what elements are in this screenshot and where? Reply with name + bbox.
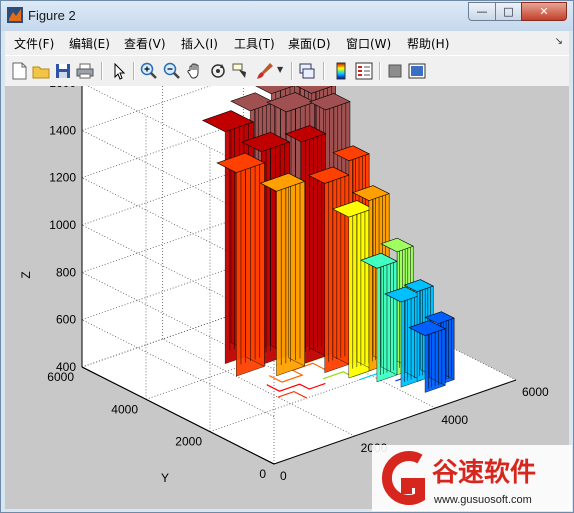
svg-text:谷速软件: 谷速软件 [432, 458, 536, 488]
zoom-in-icon[interactable] [139, 61, 159, 81]
x-tick-label: 0 [280, 469, 287, 483]
pan-hand-icon[interactable] [185, 61, 205, 81]
maximize-icon: □ [503, 5, 514, 18]
title-bar[interactable]: Figure 2 — □ ✕ [1, 1, 573, 31]
y-axis-label: Y [161, 471, 169, 485]
y-tick-label: 2000 [175, 435, 202, 449]
z-tick-label: 800 [56, 265, 76, 279]
menu-window[interactable]: 窗口(W) [346, 35, 391, 52]
brush-dropdown-icon[interactable]: ▼ [277, 65, 283, 74]
menu-bar: 文件(F) 编辑(E) 查看(V) 插入(I) 工具(T) 桌面(D) 窗口(W… [5, 31, 569, 55]
hide-plot-tools-icon[interactable] [385, 61, 405, 81]
close-icon: ✕ [539, 5, 549, 18]
site-logo: 谷速软件 www.gusuosoft.com [372, 445, 572, 511]
open-file-icon[interactable] [31, 61, 51, 81]
y-tick-label: 0 [259, 467, 266, 481]
z-tick-label: 1000 [49, 218, 76, 232]
print-icon[interactable] [75, 61, 95, 81]
menu-tools[interactable]: 工具(T) [234, 35, 275, 52]
z-tick-label: 1400 [49, 123, 76, 137]
rotate-3d-icon[interactable] [208, 61, 228, 81]
toolbar-separator [291, 62, 293, 80]
z-tick-label: 600 [56, 313, 76, 327]
window-title: Figure 2 [28, 8, 76, 23]
brush-icon[interactable] [255, 61, 275, 81]
legend-icon[interactable] [354, 61, 374, 81]
menu-view[interactable]: 查看(V) [124, 35, 166, 52]
toolbar-separator [133, 62, 135, 80]
y-tick-label: 6000 [47, 370, 74, 384]
figure-window: Figure 2 — □ ✕ 文件(F) 编辑(E) 查看(V) 插入(I) 工… [0, 0, 574, 513]
link-plot-icon[interactable] [297, 61, 317, 81]
menu-edit[interactable]: 编辑(E) [69, 35, 110, 52]
minimize-button[interactable]: — [468, 2, 496, 21]
toolbar-separator [101, 62, 103, 80]
z-tick-label: 1600 [49, 86, 76, 90]
x-tick-label: 6000 [522, 385, 549, 399]
colorbar-icon[interactable] [331, 61, 351, 81]
z-tick-label: 1200 [49, 171, 76, 185]
show-plot-tools-icon[interactable] [407, 61, 427, 81]
menu-dock-arrow-icon[interactable]: ↘ [555, 36, 563, 47]
close-button[interactable]: ✕ [521, 2, 567, 21]
y-tick-label: 4000 [111, 402, 138, 416]
x-tick-label: 4000 [441, 413, 468, 427]
maximize-button[interactable]: □ [495, 2, 522, 21]
toolbar-separator [323, 62, 325, 80]
svg-text:www.gusuosoft.com: www.gusuosoft.com [433, 494, 532, 506]
toolbar-separator [379, 62, 381, 80]
menu-help[interactable]: 帮助(H) [407, 35, 449, 52]
new-figure-icon[interactable] [9, 61, 29, 81]
matlab-logo-icon [7, 7, 23, 23]
minimize-icon: — [476, 5, 488, 18]
edit-plot-arrow-icon[interactable] [109, 61, 129, 81]
z-axis-label: Z [19, 271, 33, 278]
save-icon[interactable] [53, 61, 73, 81]
menu-desktop[interactable]: 桌面(D) [288, 35, 331, 52]
zoom-out-icon[interactable] [162, 61, 182, 81]
data-cursor-icon[interactable] [231, 61, 251, 81]
surface-plot [201, 86, 455, 393]
menu-insert[interactable]: 插入(I) [181, 35, 218, 52]
figure-toolbar: ▼ [5, 55, 569, 87]
menu-file[interactable]: 文件(F) [14, 35, 54, 52]
